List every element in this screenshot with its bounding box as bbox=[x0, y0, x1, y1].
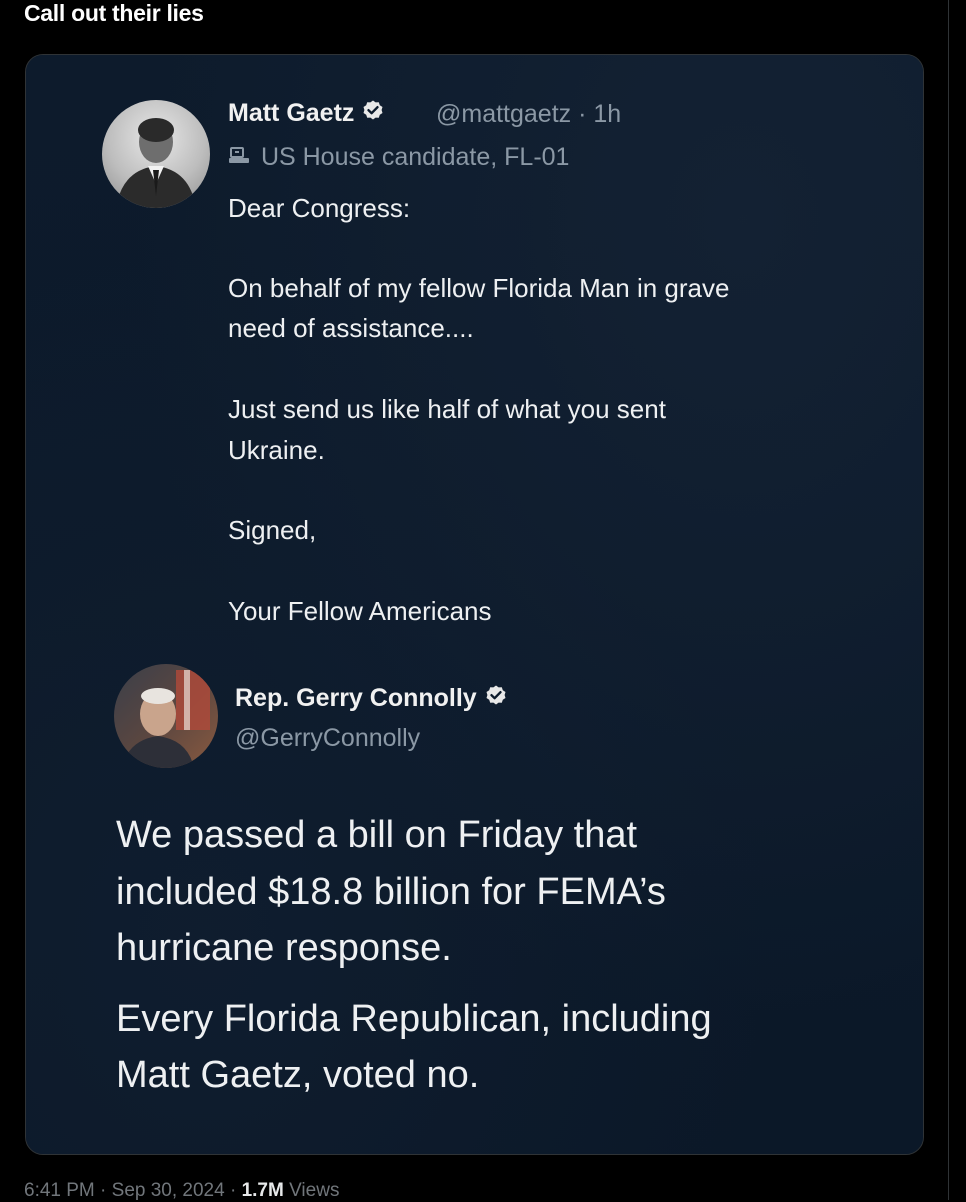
connolly-line-2: included $18.8 billion for FEMA’s bbox=[116, 871, 666, 913]
views-label: Views bbox=[283, 1180, 340, 1201]
gaetz-line-5: Ukraine. bbox=[228, 435, 325, 465]
gaetz-line-3: need of assistance.... bbox=[228, 313, 474, 343]
connolly-name-row: Rep. Gerry Connolly bbox=[235, 684, 508, 715]
gaetz-line-4: Just send us like half of what you sent bbox=[228, 394, 666, 424]
connolly-line-1: We passed a bill on Friday that bbox=[116, 814, 638, 856]
media-image[interactable]: Matt Gaetz @mattgaetz · 1h US House cand… bbox=[25, 54, 924, 1155]
gaetz-label-row: US House candidate, FL-01 bbox=[228, 143, 569, 174]
gaetz-name-row: Matt Gaetz bbox=[228, 99, 385, 130]
connolly-handle: @GerryConnolly bbox=[235, 724, 421, 752]
column-divider bbox=[948, 0, 949, 1200]
gaetz-name: Matt Gaetz bbox=[228, 99, 355, 128]
connolly-line-4: Every Florida Republican, including bbox=[116, 998, 712, 1040]
views-count: 1.7M bbox=[241, 1180, 284, 1201]
gaetz-line-7: Your Fellow Americans bbox=[228, 596, 492, 626]
connolly-line-5: Matt Gaetz, voted no. bbox=[116, 1054, 480, 1096]
gaetz-line-1: Dear Congress: bbox=[228, 193, 411, 223]
connolly-line-3: hurricane response. bbox=[116, 927, 452, 969]
gaetz-line-2: On behalf of my fellow Florida Man in gr… bbox=[228, 273, 730, 303]
connolly-avatar bbox=[114, 664, 218, 768]
gaetz-label: US House candidate, FL-01 bbox=[260, 143, 570, 171]
post-text: Call out their lies bbox=[24, 0, 204, 26]
verified-badge-icon bbox=[484, 684, 508, 715]
gaetz-handle-time: @mattgaetz · 1h bbox=[436, 100, 622, 128]
gaetz-line-6: Signed, bbox=[228, 515, 317, 545]
government-building-icon bbox=[228, 145, 250, 174]
connolly-name: Rep. Gerry Connolly bbox=[235, 684, 477, 713]
post-timestamp-views: 6:41 PM · Sep 30, 2024 · 1.7M Views bbox=[24, 1180, 339, 1202]
post-timestamp[interactable]: 6:41 PM · Sep 30, 2024 · bbox=[24, 1180, 242, 1201]
verified-badge-icon bbox=[361, 99, 385, 130]
gaetz-avatar bbox=[102, 100, 210, 208]
